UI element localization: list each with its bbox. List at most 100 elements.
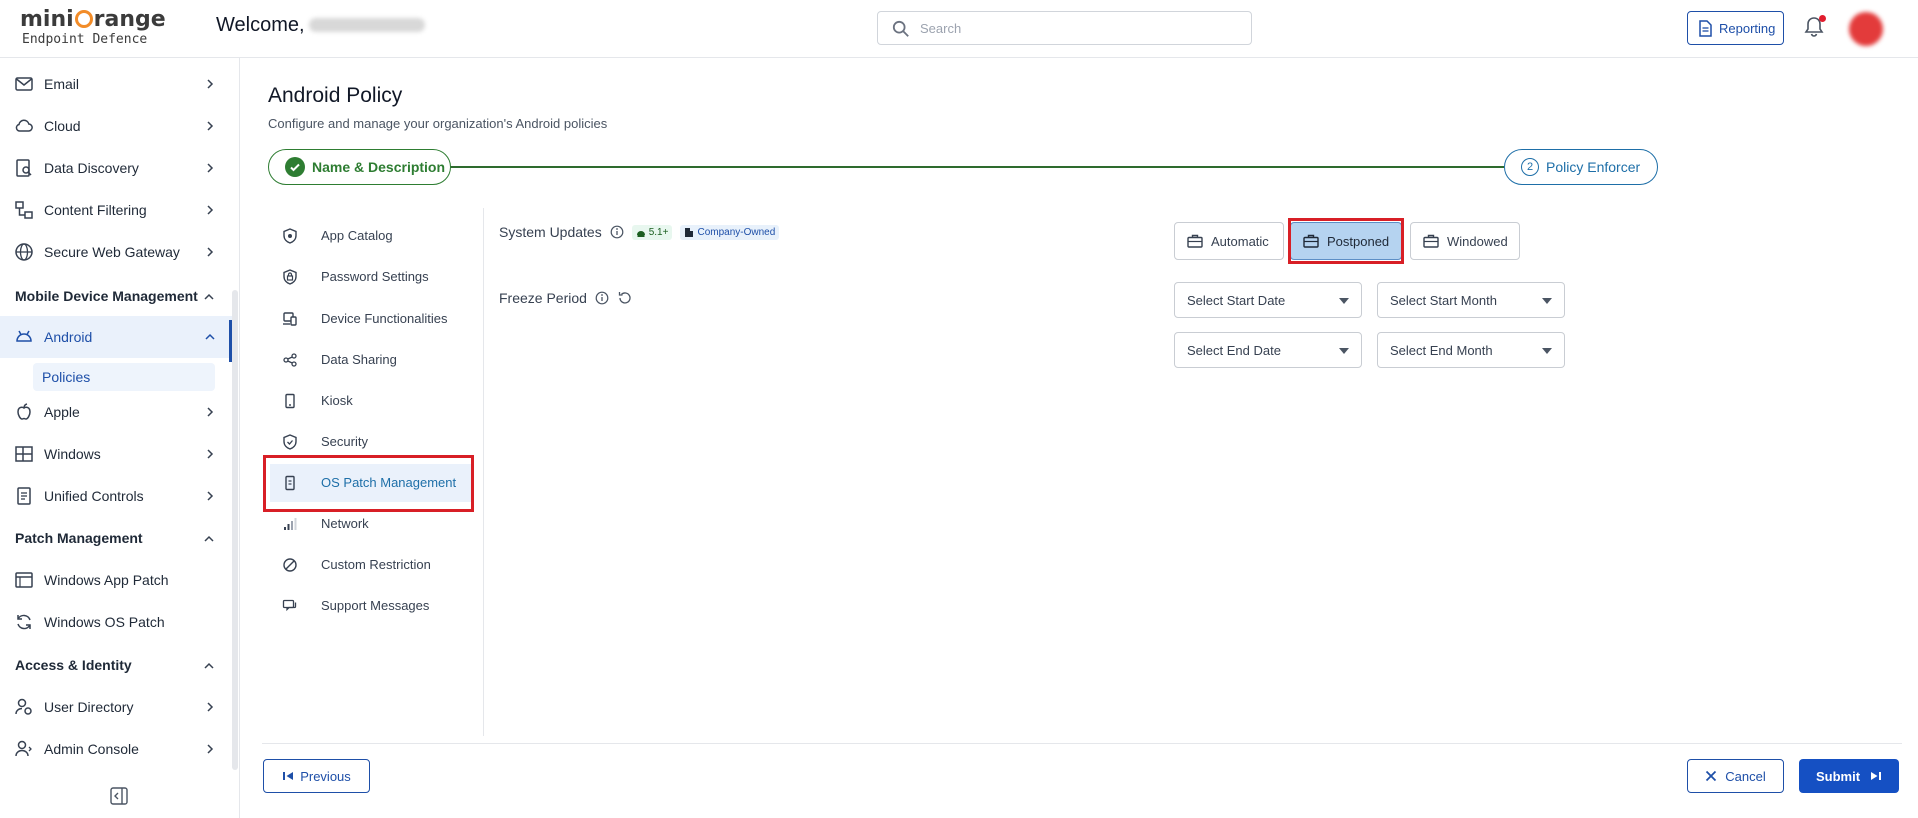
ownership-badge-label: Company-Owned bbox=[697, 226, 776, 238]
version-badge-label: 5.1+ bbox=[648, 226, 669, 238]
notification-bell[interactable] bbox=[1804, 15, 1826, 40]
caret-down-icon bbox=[1339, 348, 1349, 354]
step-policy-enforcer[interactable]: 2 Policy Enforcer bbox=[1504, 149, 1658, 185]
chevron-right-icon bbox=[207, 163, 214, 173]
sidebar-item-windows[interactable]: Windows bbox=[0, 435, 232, 473]
briefcase-icon bbox=[1423, 234, 1439, 248]
start-date-select[interactable]: Select Start Date bbox=[1174, 282, 1362, 318]
previous-label: Previous bbox=[300, 768, 351, 784]
policy-nav-security[interactable]: Security bbox=[270, 423, 472, 461]
sidebar-item-windows-os-patch[interactable]: Windows OS Patch bbox=[0, 603, 232, 641]
policy-nav-password-settings[interactable]: Password Settings bbox=[270, 258, 472, 296]
close-icon bbox=[1706, 770, 1717, 782]
policy-nav-label: Data Sharing bbox=[321, 352, 397, 367]
option-automatic-button[interactable]: Automatic bbox=[1174, 222, 1284, 260]
sidebar-scrollbar[interactable] bbox=[232, 290, 238, 770]
info-icon[interactable] bbox=[595, 291, 609, 305]
ownership-badge: Company-Owned bbox=[680, 224, 780, 240]
step-number: 2 bbox=[1521, 158, 1539, 176]
policy-nav-kiosk[interactable]: Kiosk bbox=[270, 382, 472, 420]
submit-button[interactable]: Submit bbox=[1799, 759, 1899, 793]
section-label: Patch Management bbox=[15, 530, 143, 546]
section-access-identity[interactable]: Access & Identity bbox=[15, 657, 214, 673]
sidebar-item-android[interactable]: Android bbox=[0, 316, 232, 358]
policy-nav-label: Device Functionalities bbox=[321, 311, 448, 326]
submit-label: Submit bbox=[1815, 768, 1861, 784]
sidebar-item-label: Unified Controls bbox=[44, 488, 144, 504]
select-value: Select End Date bbox=[1187, 343, 1281, 358]
chevron-right-icon bbox=[207, 744, 214, 754]
sidebar-item-apple[interactable]: Apple bbox=[0, 393, 232, 431]
end-month-select[interactable]: Select End Month bbox=[1377, 332, 1565, 368]
section-label: Access & Identity bbox=[15, 657, 132, 673]
policy-nav-label: App Catalog bbox=[321, 228, 393, 243]
sidebar-item-label: Windows OS Patch bbox=[44, 614, 165, 630]
step-label: Policy Enforcer bbox=[1546, 159, 1641, 175]
sidebar-item-windows-app-patch[interactable]: Windows App Patch bbox=[0, 561, 232, 599]
sidebar-item-cloud[interactable]: Cloud bbox=[0, 107, 232, 145]
option-windowed-button[interactable]: Windowed bbox=[1410, 222, 1520, 260]
policy-nav-app-catalog[interactable]: App Catalog bbox=[270, 217, 472, 255]
policy-nav-label: Security bbox=[321, 434, 368, 449]
reset-icon[interactable] bbox=[617, 290, 633, 306]
option-postponed-button[interactable]: Postponed bbox=[1290, 222, 1402, 260]
sidebar-item-secure-web-gateway[interactable]: Secure Web Gateway bbox=[0, 233, 232, 271]
end-date-select[interactable]: Select End Date bbox=[1174, 332, 1362, 368]
skip-next-icon bbox=[1871, 772, 1882, 780]
select-value: Select End Month bbox=[1390, 343, 1493, 358]
sidebar-item-user-directory[interactable]: User Directory bbox=[0, 688, 232, 726]
signal-icon bbox=[284, 518, 297, 530]
select-value: Select Start Month bbox=[1390, 293, 1497, 308]
avatar[interactable] bbox=[1849, 12, 1883, 46]
app-window-icon bbox=[15, 572, 33, 588]
cancel-button[interactable]: Cancel bbox=[1687, 759, 1784, 793]
stepper-connector bbox=[450, 166, 1504, 168]
previous-button[interactable]: Previous bbox=[263, 759, 370, 793]
info-icon[interactable] bbox=[610, 225, 624, 239]
block-icon bbox=[283, 558, 297, 572]
skip-previous-icon bbox=[283, 772, 294, 780]
reporting-button[interactable]: Reporting bbox=[1687, 11, 1784, 45]
blurred-username bbox=[308, 18, 425, 32]
sidebar-item-content-filtering[interactable]: Content Filtering bbox=[0, 191, 232, 229]
data-discovery-icon bbox=[16, 159, 32, 177]
document-icon bbox=[1699, 19, 1712, 37]
policy-nav-label: Kiosk bbox=[321, 393, 353, 408]
welcome-label: Welcome, bbox=[216, 14, 305, 36]
user-directory-icon bbox=[15, 698, 32, 715]
sidebar-item-label: Cloud bbox=[44, 118, 81, 134]
policy-nav-custom-restriction[interactable]: Custom Restriction bbox=[270, 546, 472, 584]
sidebar-item-email[interactable]: Email bbox=[0, 65, 232, 103]
start-month-select[interactable]: Select Start Month bbox=[1377, 282, 1565, 318]
chevron-right-icon bbox=[207, 407, 214, 417]
page-subtitle: Configure and manage your organization's… bbox=[268, 116, 608, 131]
sidebar-item-unified-controls[interactable]: Unified Controls bbox=[0, 477, 232, 515]
sidebar-item-label: Apple bbox=[44, 404, 80, 420]
sidebar-item-data-discovery[interactable]: Data Discovery bbox=[0, 149, 232, 187]
sidebar-subitem-label: Policies bbox=[42, 369, 91, 385]
policy-nav-support-messages[interactable]: Support Messages bbox=[270, 587, 472, 625]
search-input[interactable] bbox=[920, 18, 1240, 38]
policy-nav-os-patch-management[interactable]: OS Patch Management bbox=[270, 464, 472, 502]
section-mobile-device-management[interactable]: Mobile Device Management bbox=[15, 288, 214, 304]
sidebar-item-admin-console[interactable]: Admin Console bbox=[0, 730, 232, 768]
option-label: Automatic bbox=[1211, 233, 1269, 249]
step-name-description[interactable]: Name & Description bbox=[268, 149, 451, 185]
chevron-right-icon bbox=[207, 205, 214, 215]
section-patch-management[interactable]: Patch Management bbox=[15, 530, 214, 546]
policy-nav-device-functionalities[interactable]: Device Functionalities bbox=[270, 300, 472, 338]
sidebar-subitem-policies[interactable]: Policies bbox=[33, 363, 215, 391]
collapse-sidebar-icon[interactable] bbox=[110, 787, 128, 805]
policy-nav-data-sharing[interactable]: Data Sharing bbox=[270, 341, 472, 379]
mail-icon bbox=[15, 77, 33, 91]
devices-icon bbox=[283, 312, 297, 326]
unified-controls-icon bbox=[17, 487, 31, 505]
chevron-up-icon bbox=[204, 535, 214, 542]
policy-nav-network[interactable]: Network bbox=[270, 505, 472, 543]
chevron-right-icon bbox=[207, 491, 214, 501]
chevron-right-icon bbox=[207, 121, 214, 131]
search-box[interactable] bbox=[877, 11, 1252, 45]
sidebar-item-label: User Directory bbox=[44, 699, 134, 715]
logo-brand: mini range bbox=[20, 7, 166, 32]
logo[interactable]: mini range Endpoint Defence bbox=[20, 8, 170, 50]
